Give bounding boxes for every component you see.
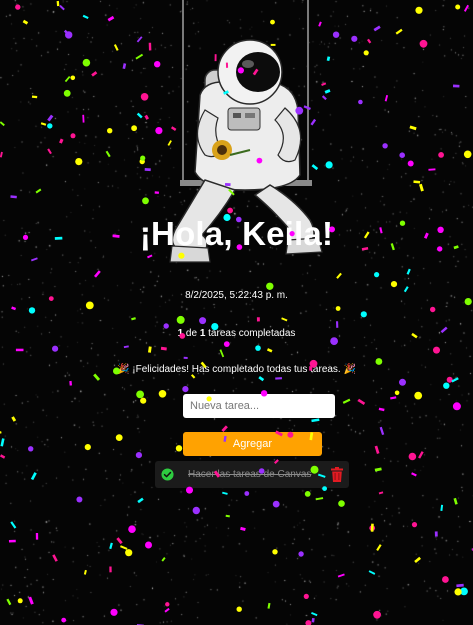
current-datetime: 8/2/2025, 5:22:43 p. m.: [185, 290, 288, 301]
trash-icon[interactable]: [331, 467, 343, 482]
check-circle-icon[interactable]: [161, 468, 174, 481]
add-task-button[interactable]: Agregar: [183, 432, 322, 456]
new-task-input[interactable]: [183, 394, 335, 418]
congrats-message: 🎉 ¡Felicidades! Has completado todas tus…: [117, 364, 356, 375]
task-progress: 1 de 1 tareas completadas: [0, 328, 473, 339]
progress-of-text: de: [183, 328, 200, 339]
task-text: Hacer las tareas de Canvas: [188, 469, 312, 480]
progress-suffix: tareas completadas: [205, 328, 296, 339]
greeting-heading: ¡Hola, Keila!: [139, 215, 334, 252]
task-item: Hacer las tareas de Canvas: [155, 461, 349, 488]
